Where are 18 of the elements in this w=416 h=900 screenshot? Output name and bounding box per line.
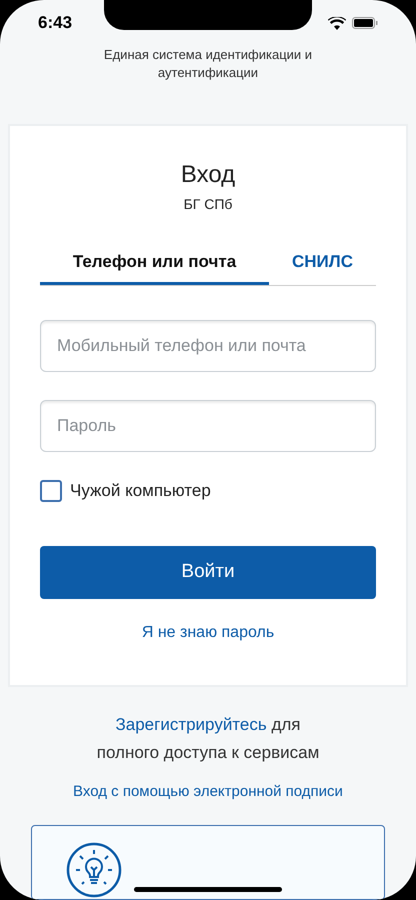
lightbulb-icon [66, 842, 122, 898]
register-link[interactable]: Зарегистрируйтесь [115, 714, 267, 734]
login-subtitle: БГ СПб [184, 195, 232, 214]
forgot-password-link[interactable]: Я не знаю пароль [142, 620, 274, 644]
checkbox-label: Чужой компьютер [70, 480, 211, 502]
status-time: 6:43 [38, 12, 72, 34]
header-subtitle: Единая система идентификации и аутентификации [102, 46, 314, 82]
wifi-icon [328, 16, 346, 30]
login-tab[interactable]: СНИЛС [269, 241, 376, 285]
login-tab[interactable]: Телефон или почта [40, 241, 269, 285]
password-input[interactable]: Пароль [40, 400, 376, 452]
login-input[interactable]: Мобильный телефон или почта [40, 320, 376, 372]
checkbox[interactable] [40, 480, 62, 502]
register-text: Зарегистрируйтесь для полного доступа к сервисам [96, 714, 320, 764]
login-button[interactable]: Войти [40, 546, 376, 598]
battery-icon [352, 17, 378, 29]
signature-link[interactable]: Вход с помощью электронной подписи [73, 780, 343, 803]
login-title: Вход [180, 160, 236, 190]
